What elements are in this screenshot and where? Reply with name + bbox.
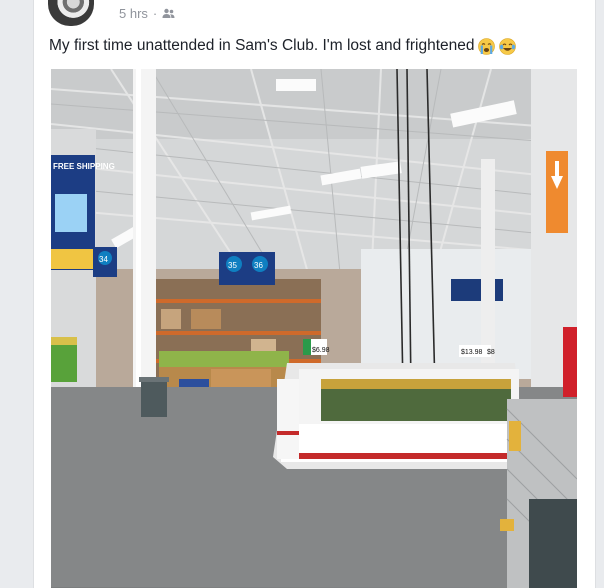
- aisle-sign-34: 34: [99, 255, 108, 264]
- post-message: My first time unattended in Sam's Club. …: [49, 37, 517, 55]
- price-tag-1: $6.98: [312, 347, 330, 354]
- post-header: 5 hrs ·: [48, 0, 568, 30]
- crying-face-emoji: [478, 37, 496, 55]
- post-photo[interactable]: FREE SHIPPING 34 35 36 $6.98 $13.98 $8: [51, 69, 577, 588]
- post-card: 5 hrs · My first time unattended in Sam'…: [33, 0, 596, 588]
- friends-icon[interactable]: [162, 8, 175, 19]
- meta-separator: ·: [152, 6, 158, 21]
- price-tag-3: $8: [487, 349, 495, 356]
- aisle-sign-35: 35: [228, 261, 237, 270]
- post-message-text: My first time unattended in Sam's Club. …: [49, 37, 475, 54]
- tears-of-joy-emoji: [499, 37, 517, 55]
- aisle-sign-36: 36: [254, 261, 263, 270]
- banner-text: FREE SHIPPING: [53, 162, 115, 171]
- post-timestamp[interactable]: 5 hrs: [119, 6, 148, 21]
- price-tag-2: $13.98: [461, 349, 483, 356]
- avatar[interactable]: [48, 0, 94, 26]
- post-meta: 5 hrs ·: [119, 6, 175, 21]
